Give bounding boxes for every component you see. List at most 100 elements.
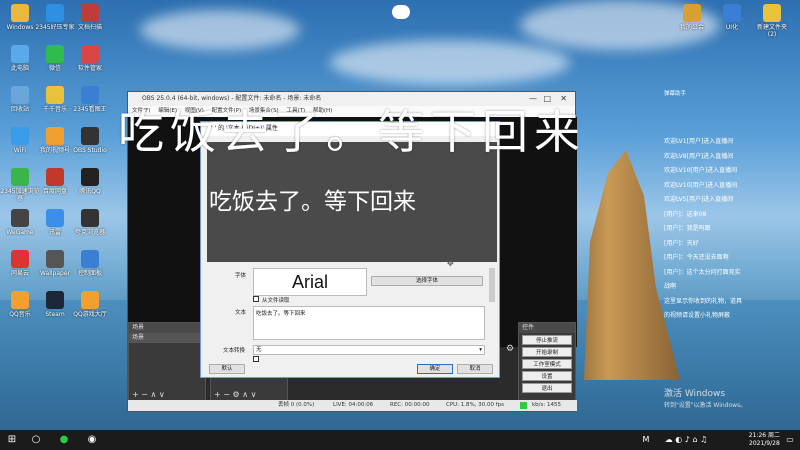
app-icon: [46, 168, 64, 186]
desktop-icon[interactable]: 我的视频号: [35, 127, 75, 154]
transform-label: 文本转换: [223, 348, 246, 354]
desktop-icon[interactable]: QQ游戏大厅: [70, 291, 110, 318]
desktop-icon-label: Steam: [45, 311, 65, 318]
desktop-icon-label: 迅雷: [48, 229, 61, 236]
desktop-icon[interactable]: 回收站: [0, 86, 40, 113]
live-time: LIVE: 04:00:06: [333, 402, 374, 408]
desktop-icon[interactable]: WeGame: [0, 209, 40, 236]
app-icon: [81, 291, 99, 309]
desktop-icon[interactable]: 微信: [35, 45, 75, 72]
app-icon: [683, 4, 701, 22]
scrollbar[interactable]: [489, 268, 495, 302]
app-icon: [81, 168, 99, 186]
desktop-icon[interactable]: UI化: [712, 4, 752, 31]
clock-date: 2021/9/28: [749, 440, 780, 447]
desktop-icon-label: 夸克浏览器: [74, 229, 105, 236]
app-icon: [11, 86, 29, 104]
scenes-dock: 场景 场景 + − ∧ ∨: [128, 322, 206, 402]
font-preview: Arial: [253, 268, 367, 296]
text-input[interactable]: 吃饭去了。等下回来: [253, 306, 485, 340]
desktop-icon[interactable]: 2345好压专家: [35, 4, 75, 31]
app-icon: [46, 45, 64, 63]
chevron-down-icon: ▾: [479, 347, 482, 353]
cloud: [330, 40, 570, 85]
from-file-checkbox[interactable]: [253, 296, 259, 302]
chat-message: 欢迎LV10[用户]进入直播间: [664, 167, 738, 174]
exit-button[interactable]: 退出: [522, 383, 572, 393]
desktop-icon-label: Wallpaper: [39, 270, 70, 277]
windows-start-icon[interactable]: ⊞: [4, 430, 20, 450]
clock[interactable]: 21:26 周二 2021/9/28: [749, 432, 780, 448]
defaults-button[interactable]: 默认: [209, 364, 245, 374]
search-icon[interactable]: ○: [28, 430, 44, 450]
desktop-icon[interactable]: 此电脑: [0, 45, 40, 72]
desktop-icon[interactable]: Steam: [35, 291, 75, 318]
chat-message: 的视频请设置小礼物屏蔽: [664, 312, 731, 319]
desktop-icon[interactable]: 软件管家: [70, 45, 110, 72]
app-icon: [11, 127, 29, 145]
select-font-button[interactable]: 选择字体: [371, 276, 483, 286]
desktop-icon[interactable]: 迅雷: [35, 209, 75, 236]
resize-handle-icon[interactable]: ✥: [447, 259, 454, 268]
app-icon: [81, 86, 99, 104]
tray-icons[interactable]: ☁ ◐ ♪ ⌂ ♫: [656, 430, 716, 450]
scene-add-icon[interactable]: + − ∧ ∨: [132, 390, 165, 399]
desktop-icon[interactable]: Windows: [0, 4, 40, 31]
rec-time: REC: 00:00:00: [390, 402, 430, 408]
stream-health-indicator: [520, 402, 527, 409]
desktop-icon-label: 回收站: [10, 106, 29, 113]
chat-message: [用户]：天好: [664, 239, 699, 247]
studio-mode-button[interactable]: 工作室模式: [522, 359, 572, 369]
desktop-icon-label: 2345好压专家: [35, 24, 75, 31]
ok-button[interactable]: 确定: [417, 364, 453, 374]
extra-checkbox[interactable]: [253, 356, 259, 362]
desktop-icon[interactable]: 文档扫描: [70, 4, 110, 31]
desktop-icon-label: OBS Studio: [73, 147, 107, 154]
stop-stream-button[interactable]: 停止推流: [522, 335, 572, 345]
obs-taskbar-icon[interactable]: ◉: [84, 430, 100, 450]
desktop-icon[interactable]: 百度网盘: [35, 168, 75, 195]
app-icon: [46, 291, 64, 309]
desktop-icon[interactable]: 2345看图王: [70, 86, 110, 113]
app-icon: [81, 4, 99, 22]
start-record-button[interactable]: 开始录制: [522, 347, 572, 357]
source-add-icon[interactable]: + − ⚙ ∧ ∨: [214, 390, 256, 399]
desktop-icon[interactable]: 腾讯QQ: [70, 168, 110, 195]
ime-indicator[interactable]: M: [640, 430, 652, 450]
desktop-icon-label: Windows: [6, 24, 34, 31]
transform-value: 无: [256, 347, 262, 353]
desktop-icon[interactable]: QQ音乐: [0, 291, 40, 318]
notification-icon[interactable]: ▭: [784, 430, 796, 450]
app-icon: [46, 4, 64, 22]
desktop-icon-label: 2345看图王: [73, 106, 107, 113]
desktop-icon-label: 新建文件夹 (2): [756, 24, 787, 38]
browser-taskbar-icon[interactable]: ●: [56, 430, 72, 450]
app-icon: [11, 209, 29, 227]
desktop-icon-label: 我的视频号: [39, 147, 70, 154]
desktop-icon[interactable]: 千千音乐: [35, 86, 75, 113]
desktop-icon[interactable]: 新建文件夹 (2): [752, 4, 792, 38]
cancel-button[interactable]: 取消: [457, 364, 493, 374]
bitrate: kb/s: 1455: [532, 402, 561, 408]
desktop-icon[interactable]: 网易云: [0, 250, 40, 277]
desktop-icon[interactable]: 我的公会: [672, 4, 712, 31]
desktop-icon-label: UI化: [725, 24, 739, 31]
scene-item[interactable]: 场景: [129, 333, 205, 343]
gear-icon[interactable]: ⚙: [506, 344, 514, 354]
desktop-icon[interactable]: WiFi: [0, 127, 40, 154]
chat-message: 欢迎LV8[用户]进入直播间: [664, 152, 734, 160]
transform-select[interactable]: 无 ▾: [253, 345, 485, 355]
font-label: 字体: [235, 273, 247, 279]
desktop-icon[interactable]: 控制面板: [70, 250, 110, 277]
desktop-icon[interactable]: Wallpaper: [35, 250, 75, 277]
chat-message: [用户]：今天还没去面啊: [664, 254, 729, 261]
obs-tray-icon[interactable]: [392, 5, 410, 19]
desktop-icon-label: 我的公会: [679, 24, 704, 31]
desktop-icon-label: 控制面板: [77, 270, 102, 277]
desktop-icon-label: 腾讯QQ: [79, 188, 101, 195]
desktop-icon[interactable]: 夸克浏览器: [70, 209, 110, 236]
desktop-icon[interactable]: OBS Studio: [70, 127, 110, 154]
chat-message: 这里显示你收到的礼物，道具: [664, 297, 743, 305]
desktop-icon[interactable]: 2345加速浏览器: [0, 168, 40, 202]
settings-button[interactable]: 设置: [522, 371, 572, 381]
